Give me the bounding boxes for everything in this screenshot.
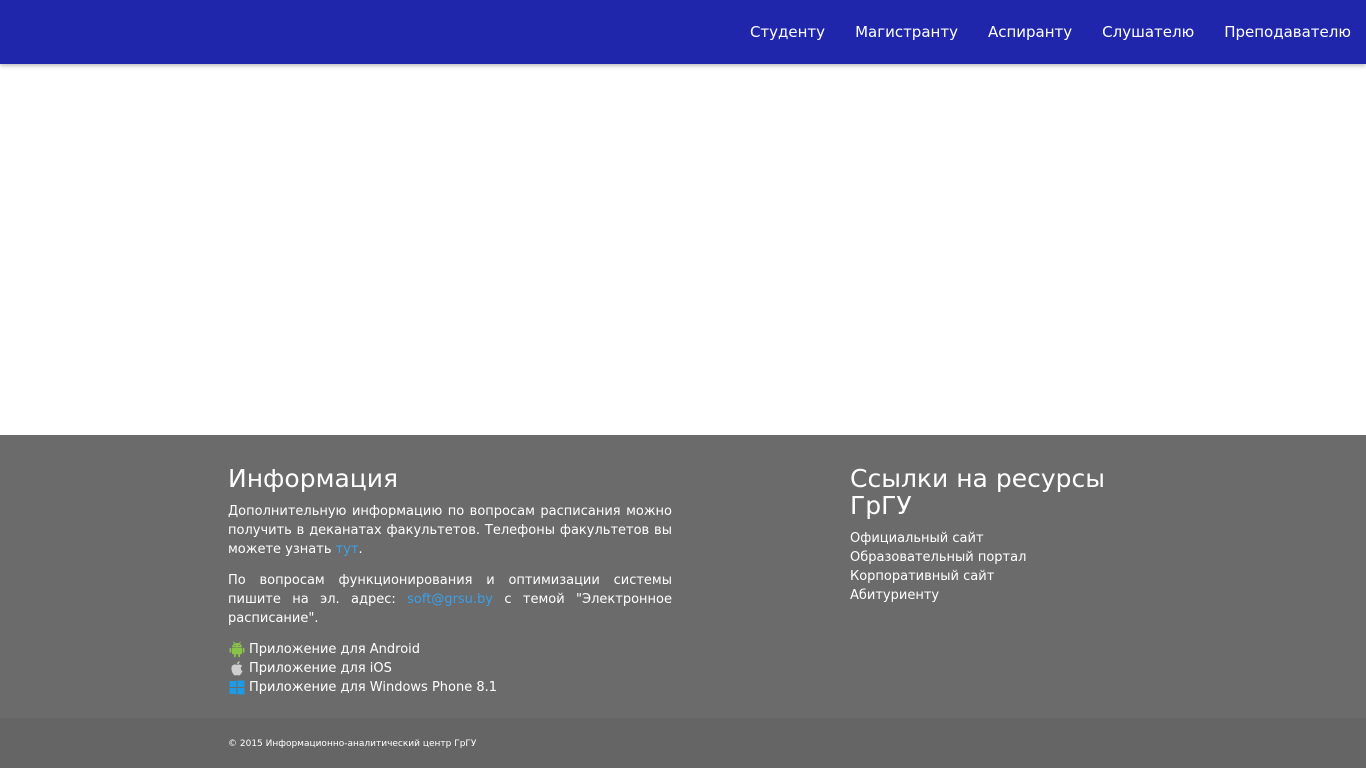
app-label-windows-phone: Приложение для Windows Phone 8.1 [249,680,498,695]
app-label-android: Приложение для Android [249,642,421,657]
apple-icon [228,660,245,677]
resources-title: Ссылки на ресурсы ГрГУ [850,464,1105,520]
windows-icon [228,679,245,696]
app-link-android[interactable]: Приложение для Android [228,640,672,659]
main-menu: Студенту Магистранту Аспиранту Слушателю… [720,0,1351,64]
info-paragraph-support: По вопросам функционирования и оптимизац… [228,571,672,628]
nav-item-listener[interactable]: Слушателю [1102,23,1194,41]
resource-link-official[interactable]: Официальный сайт [850,529,1140,548]
nav-item-student[interactable]: Студенту [750,23,825,41]
resource-link-edu-portal[interactable]: Образовательный портал [850,548,1140,567]
top-navbar: Студенту Магистранту Аспиранту Слушателю… [0,0,1366,64]
app-link-windows-phone[interactable]: Приложение для Windows Phone 8.1 [228,678,672,697]
android-icon [228,641,245,658]
resources-section: Ссылки на ресурсы ГрГУ Официальный сайт … [850,465,1140,605]
info-p1-text: Дополнительную информацию по вопросам ра… [228,504,672,557]
bottom-bar: © 2015 Информационно-аналитический центр… [0,718,1366,768]
resource-link-corporate[interactable]: Корпоративный сайт [850,567,1140,586]
footer: Информация Дополнительную информацию по … [0,435,1366,718]
info-paragraph-faculties: Дополнительную информацию по вопросам ра… [228,502,672,559]
resource-link-applicant[interactable]: Абитуриенту [850,586,1140,605]
nav-item-teacher[interactable]: Преподавателю [1224,23,1351,41]
main-content [0,64,1366,435]
info-p1-end: . [358,542,363,557]
app-label-ios: Приложение для iOS [249,661,392,676]
apps-list: Приложение для Android Приложение для iO… [228,640,672,697]
copyright-text: © 2015 Информационно-аналитический центр… [228,739,477,749]
nav-item-postgraduate[interactable]: Аспиранту [988,23,1072,41]
app-link-ios[interactable]: Приложение для iOS [228,659,672,678]
resources-list: Официальный сайт Образовательный портал … [850,529,1140,605]
nav-item-master[interactable]: Магистранту [855,23,958,41]
info-title: Информация [228,464,399,493]
support-email-link[interactable]: soft@grsu.by [407,592,493,607]
info-section: Информация Дополнительную информацию по … [228,465,672,697]
faculties-phones-link[interactable]: тут [336,542,359,557]
